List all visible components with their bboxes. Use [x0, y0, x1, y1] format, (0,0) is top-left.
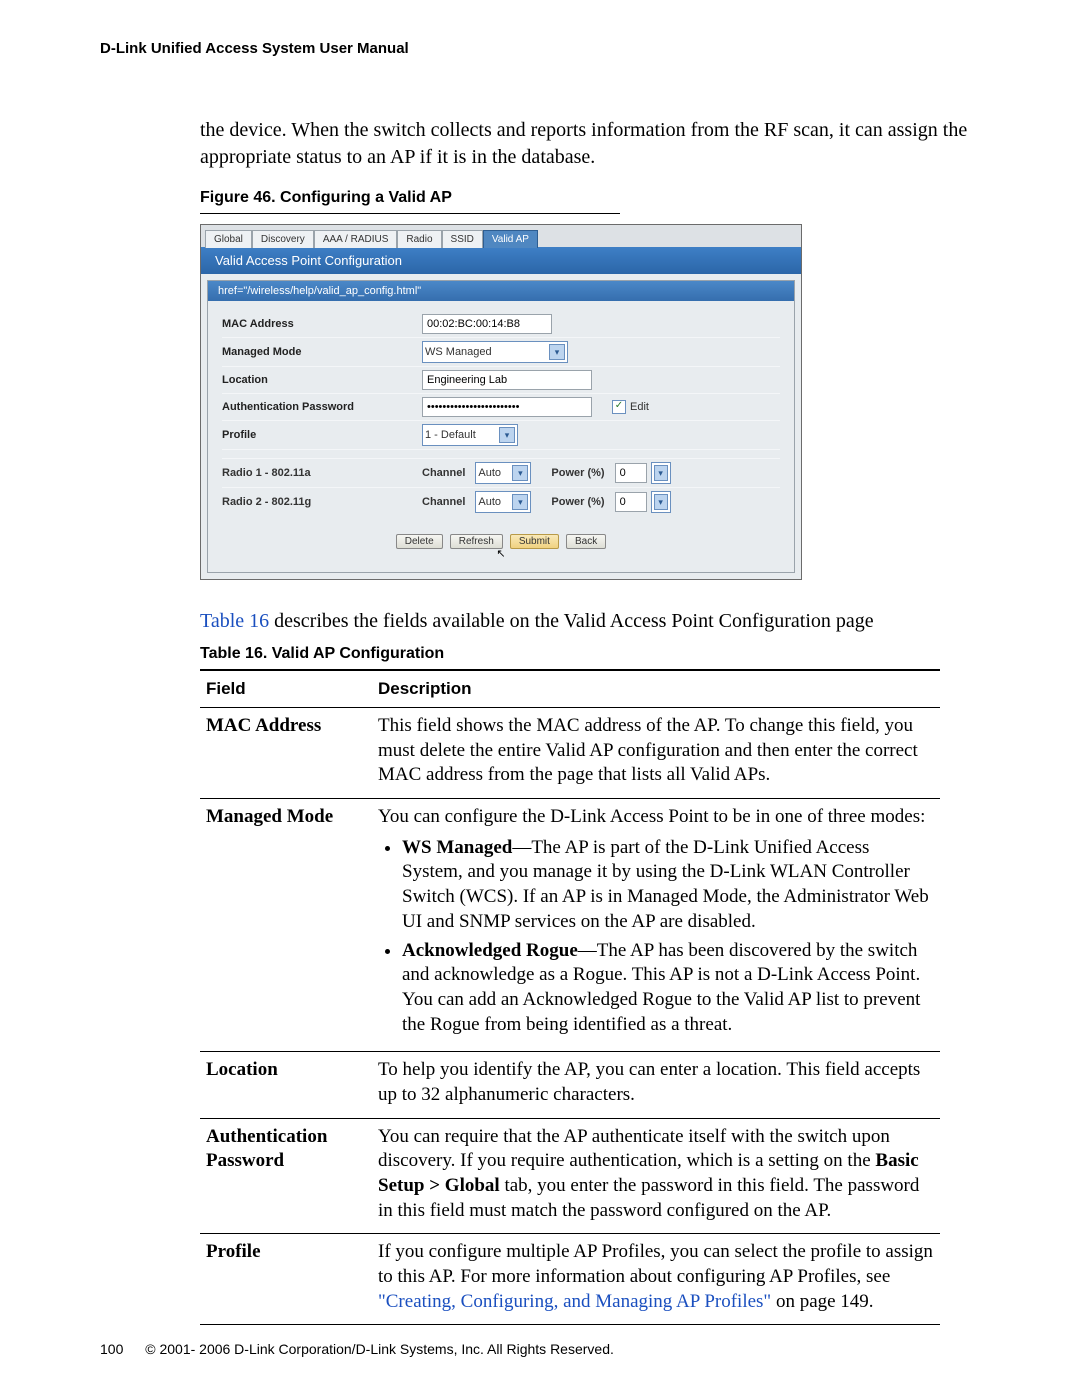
- row-mac-field: MAC Address: [200, 708, 372, 799]
- edit-checkbox[interactable]: ✓: [612, 400, 626, 414]
- location-label: Location: [222, 374, 422, 386]
- auth-password-input[interactable]: [422, 397, 592, 417]
- power-label-2: Power (%): [551, 496, 604, 508]
- panel-body: href="/wireless/help/valid_ap_config.htm…: [207, 280, 795, 573]
- row-auth-desc: You can require that the AP authenticate…: [372, 1118, 940, 1234]
- row-profile-field: Profile: [200, 1234, 372, 1325]
- auth-password-label: Authentication Password: [222, 401, 422, 413]
- page-number: 100: [100, 1341, 123, 1357]
- tab-ssid[interactable]: SSID: [442, 230, 483, 248]
- tab-bar: Global Discovery AAA / RADIUS Radio SSID…: [201, 225, 801, 247]
- row-mode-bullet-1: WS Managed—The AP is part of the D-Link …: [402, 836, 934, 935]
- copyright: © 2001- 2006 D-Link Corporation/D-Link S…: [145, 1341, 614, 1357]
- tab-valid-ap[interactable]: Valid AP: [483, 230, 538, 248]
- tab-radio[interactable]: Radio: [397, 230, 441, 248]
- edit-checkbox-label: Edit: [630, 401, 649, 413]
- profile-label: Profile: [222, 429, 422, 441]
- radio2-power-input[interactable]: [615, 492, 647, 512]
- refresh-button[interactable]: Refresh: [450, 534, 503, 549]
- location-input[interactable]: [422, 370, 592, 390]
- row-location-desc: To help you identify the AP, you can ent…: [372, 1052, 940, 1118]
- managed-mode-value: WS Managed: [425, 346, 545, 358]
- row-profile-desc: If you configure multiple AP Profiles, y…: [372, 1234, 940, 1325]
- th-field: Field: [200, 670, 372, 708]
- chevron-down-icon: ▾: [512, 465, 528, 481]
- delete-button[interactable]: Delete: [396, 534, 443, 549]
- row-auth-field: Authentication Password: [200, 1118, 372, 1234]
- button-bar: Delete Refresh Submit Back ↖: [208, 526, 794, 572]
- tab-global[interactable]: Global: [205, 230, 252, 248]
- figure-rule: [200, 213, 620, 214]
- row-mode-intro: You can configure the D-Link Access Poin…: [378, 806, 925, 827]
- table-ref-link[interactable]: Table 16: [200, 610, 269, 632]
- page-footer: 100 © 2001- 2006 D-Link Corporation/D-Li…: [100, 1341, 614, 1357]
- radio2-channel-value: Auto: [478, 496, 508, 508]
- radio1-label: Radio 1 - 802.11a: [222, 467, 422, 479]
- power-label-1: Power (%): [551, 467, 604, 479]
- chevron-down-icon: ▾: [654, 465, 668, 481]
- row-location-field: Location: [200, 1052, 372, 1118]
- row-profile-link[interactable]: "Creating, Configuring, and Managing AP …: [378, 1291, 771, 1312]
- table-ref-text: Table 16 describes the fields available …: [200, 610, 990, 633]
- help-link-bar: href="/wireless/help/valid_ap_config.htm…: [208, 281, 794, 301]
- panel-title: Valid Access Point Configuration: [201, 247, 801, 274]
- row-auth-d1: You can require that the AP authenticate…: [378, 1126, 890, 1172]
- mac-address-label: MAC Address: [222, 318, 422, 330]
- intro-paragraph: the device. When the switch collects and…: [200, 117, 990, 171]
- row-mode-b1-head: WS Managed: [402, 837, 512, 858]
- row-mode-field: Managed Mode: [200, 799, 372, 1052]
- profile-value: 1 - Default: [425, 429, 495, 441]
- managed-mode-label: Managed Mode: [222, 346, 422, 358]
- th-description: Description: [372, 670, 940, 708]
- managed-mode-select[interactable]: WS Managed ▾: [422, 341, 568, 363]
- cursor-icon: ↖: [496, 547, 506, 560]
- chevron-down-icon: ▾: [654, 494, 668, 510]
- submit-button[interactable]: Submit: [510, 534, 559, 549]
- radio2-channel-select[interactable]: Auto ▾: [475, 491, 531, 513]
- table-caption: Table 16. Valid AP Configuration: [200, 645, 990, 663]
- channel-label-1: Channel: [422, 467, 465, 479]
- chevron-down-icon: ▾: [512, 494, 528, 510]
- tab-discovery[interactable]: Discovery: [252, 230, 314, 248]
- screenshot-panel: Global Discovery AAA / RADIUS Radio SSID…: [200, 224, 802, 580]
- radio1-power-select[interactable]: ▾: [651, 462, 671, 484]
- row-mode-b2-head: Acknowledged Rogue: [402, 940, 578, 961]
- row-profile-d2: on page 149.: [771, 1291, 873, 1312]
- chevron-down-icon: ▾: [549, 344, 565, 360]
- tab-aaa-radius[interactable]: AAA / RADIUS: [314, 230, 398, 248]
- radio1-power-input[interactable]: [615, 463, 647, 483]
- back-button[interactable]: Back: [566, 534, 606, 549]
- row-mode-desc: You can configure the D-Link Access Poin…: [372, 799, 940, 1052]
- radio1-channel-value: Auto: [478, 467, 508, 479]
- valid-ap-config-table: Field Description MAC Address This field…: [200, 669, 940, 1325]
- mac-address-input[interactable]: [422, 314, 552, 334]
- row-mac-desc: This field shows the MAC address of the …: [372, 708, 940, 799]
- figure-caption: Figure 46. Configuring a Valid AP: [200, 189, 990, 207]
- radio2-label: Radio 2 - 802.11g: [222, 496, 422, 508]
- chevron-down-icon: ▾: [499, 427, 515, 443]
- profile-select[interactable]: 1 - Default ▾: [422, 424, 518, 446]
- radio2-power-select[interactable]: ▾: [651, 491, 671, 513]
- radio1-channel-select[interactable]: Auto ▾: [475, 462, 531, 484]
- running-header: D-Link Unified Access System User Manual: [100, 40, 990, 57]
- table-ref-rest: describes the fields available on the Va…: [269, 610, 873, 632]
- row-mode-bullet-2: Acknowledged Rogue—The AP has been disco…: [402, 939, 934, 1038]
- channel-label-2: Channel: [422, 496, 465, 508]
- row-profile-d1: If you configure multiple AP Profiles, y…: [378, 1241, 933, 1287]
